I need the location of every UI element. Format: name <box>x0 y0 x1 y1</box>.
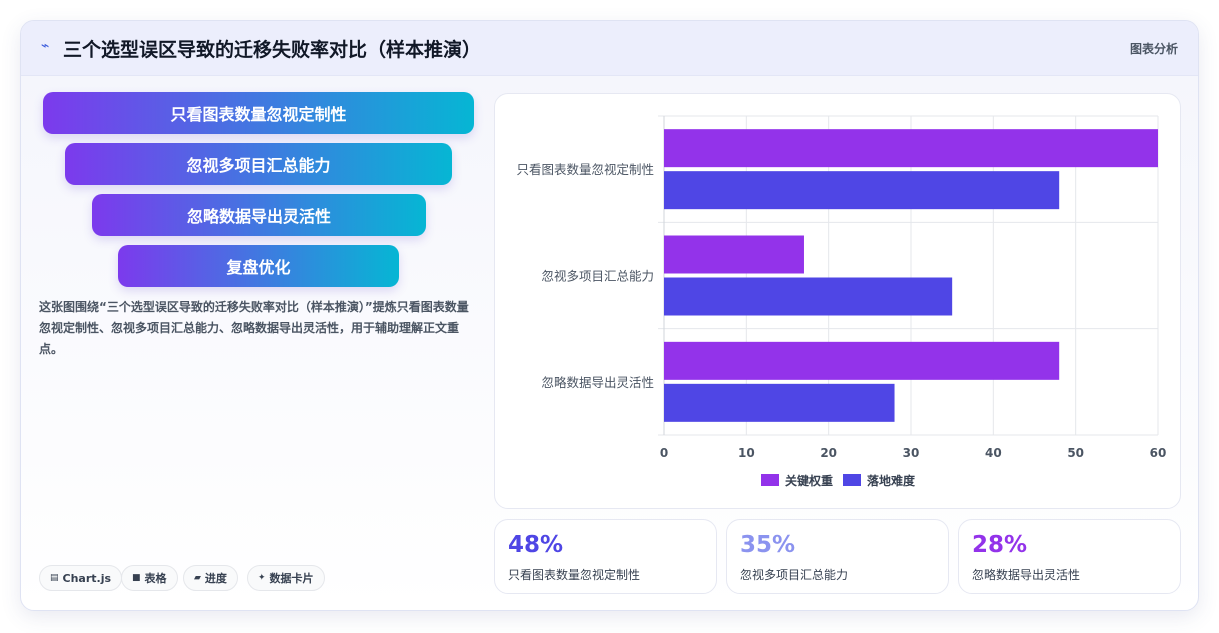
pill-chartjs[interactable]: ▤ Chart.js <box>39 565 123 591</box>
pill-label: 数据卡片 <box>269 572 314 585</box>
bar-key-weight <box>664 341 1060 380</box>
y-category-label: 忽视多项目汇总能力 <box>541 269 654 284</box>
x-tick-label: 30 <box>903 446 920 460</box>
stat-label: 忽略数据导出灵活性 <box>972 568 1081 582</box>
stat-value: 28% <box>972 532 1028 558</box>
pill-label: 进度 <box>204 572 227 585</box>
y-category-label: 只看图表数量忽视定制性 <box>516 162 654 177</box>
x-tick-label: 60 <box>1150 446 1167 460</box>
x-tick-label: 50 <box>1067 446 1084 460</box>
funnel-step-4: 复盘优化 <box>118 245 399 287</box>
stat-card-2: 35% 忽视多项目汇总能力 <box>726 519 949 594</box>
funnel-step-3: 忽略数据导出灵活性 <box>92 194 426 236</box>
x-tick-label: 20 <box>820 446 837 460</box>
pill-label: 表格 <box>144 572 167 585</box>
y-category-label: 忽略数据导出灵活性 <box>541 375 654 390</box>
stat-value: 35% <box>740 532 796 558</box>
x-tick-label: 40 <box>985 446 1002 460</box>
stat-value: 48% <box>508 532 564 558</box>
sparkle-icon: ✦ <box>258 573 266 583</box>
chart-panel: 0 10 20 30 40 50 60 只看图表数量忽视定制性忽视多项目汇总能力 忽略数据导出灵… <box>494 93 1181 509</box>
legend-swatch <box>761 474 779 486</box>
legend-label: 关键权重 <box>785 473 833 488</box>
bar-chart: 0 10 20 30 40 50 60 只看图表数量忽视定制性忽视多项目汇总能力忽略数据导出灵… <box>516 115 1167 488</box>
main-card: ⌁ 三个选型误区导致的迁移失败率对比（样本推演） 图表分析 只看图表数量忽视定制… <box>20 20 1199 611</box>
pill-table[interactable]: ■ 表格 <box>121 565 178 591</box>
stat-label: 只看图表数量忽视定制性 <box>508 568 641 582</box>
funnel-step-2: 忽视多项目汇总能力 <box>65 143 452 185</box>
bar-key-weight <box>664 129 1158 168</box>
stat-card-1: 48% 只看图表数量忽视定制性 <box>494 519 717 594</box>
description: 这张图围绕“三个选型误区导致的迁移失败率对比（样本推演）”提炼只看图表数量忽视定… <box>39 300 469 356</box>
pill-progress[interactable]: ▰ 进度 <box>183 565 238 591</box>
stat-card-3: 28% 忽略数据导出灵活性 <box>958 519 1181 594</box>
pill-data-card[interactable]: ✦ 数据卡片 <box>247 565 325 591</box>
page-title: 三个选型误区导致的迁移失败率对比（样本推演） <box>63 39 482 61</box>
header: ⌁ 三个选型误区导致的迁移失败率对比（样本推演） 图表分析 <box>21 21 1198 76</box>
chart-analysis-tag: 图表分析 <box>1129 42 1178 56</box>
legend-swatch <box>843 474 861 486</box>
chart-icon: ▤ <box>50 573 59 583</box>
trend-icon: ⌁ <box>41 38 50 54</box>
bar-difficulty <box>664 171 1060 210</box>
x-tick-label: 0 <box>660 446 668 460</box>
stat-label: 忽视多项目汇总能力 <box>740 568 849 582</box>
table-icon: ■ <box>132 573 141 583</box>
funnel-step-1: 只看图表数量忽视定制性 <box>43 92 474 134</box>
x-tick-label: 10 <box>738 446 755 460</box>
progress-icon: ▰ <box>194 573 201 583</box>
bar-difficulty <box>664 383 895 422</box>
legend-label: 落地难度 <box>867 473 916 488</box>
bar-key-weight <box>664 235 804 274</box>
pill-label: Chart.js <box>62 571 112 585</box>
bar-difficulty <box>664 277 953 316</box>
